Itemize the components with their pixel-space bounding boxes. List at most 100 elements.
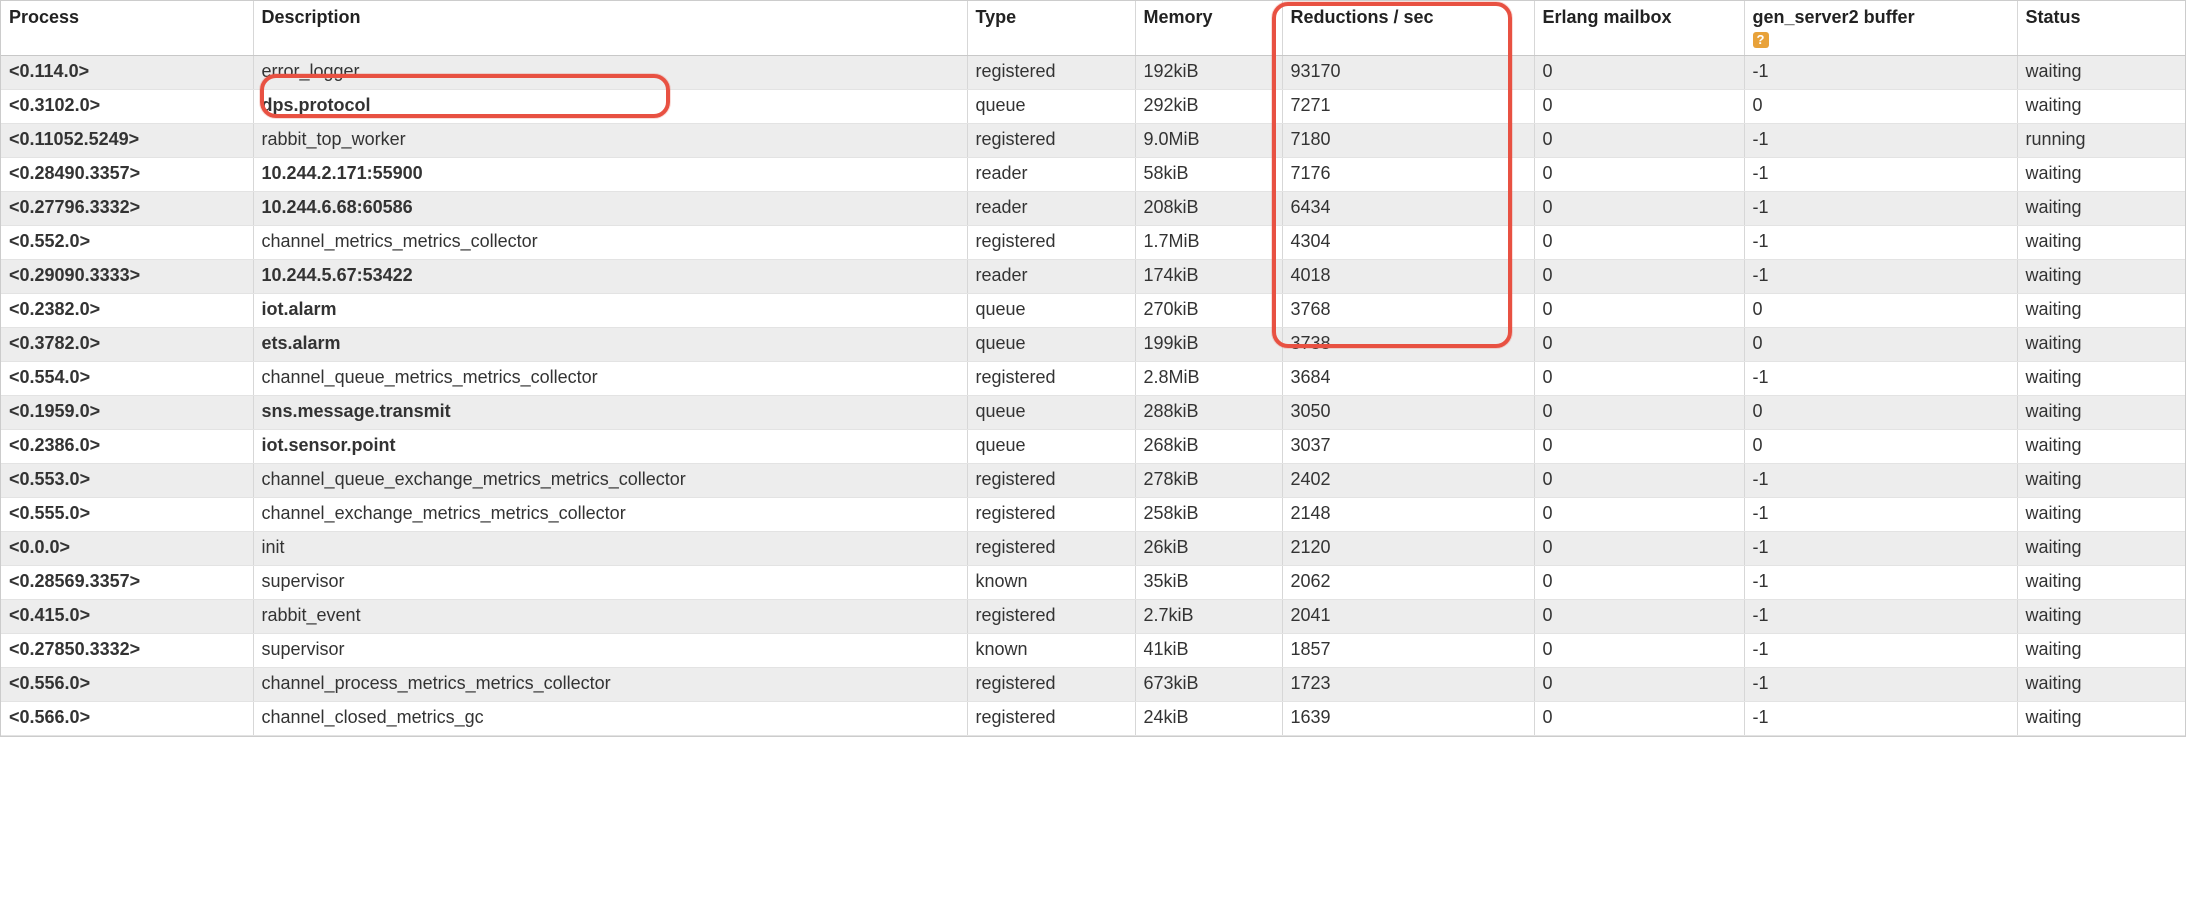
- buffer-cell: -1: [1744, 56, 2017, 90]
- mailbox-cell: 0: [1534, 702, 1744, 736]
- reductions-cell: 4304: [1282, 226, 1534, 260]
- process-cell[interactable]: <0.28569.3357>: [1, 566, 253, 600]
- mailbox-cell: 0: [1534, 498, 1744, 532]
- status-cell: waiting: [2017, 566, 2185, 600]
- process-cell[interactable]: <0.114.0>: [1, 56, 253, 90]
- status-cell: waiting: [2017, 158, 2185, 192]
- type-cell: registered: [967, 702, 1135, 736]
- table-row: <0.553.0>channel_queue_exchange_metrics_…: [1, 464, 2185, 498]
- header-type[interactable]: Type: [967, 1, 1135, 56]
- reductions-cell: 2062: [1282, 566, 1534, 600]
- help-icon[interactable]: ?: [1753, 32, 1769, 48]
- memory-cell: 673kiB: [1135, 668, 1282, 702]
- description-cell[interactable]: channel_metrics_metrics_collector: [253, 226, 967, 260]
- description-cell[interactable]: rabbit_event: [253, 600, 967, 634]
- description-cell[interactable]: iot.alarm: [253, 294, 967, 328]
- process-cell[interactable]: <0.27796.3332>: [1, 192, 253, 226]
- table-row: <0.29090.3333>10.244.5.67:53422reader174…: [1, 260, 2185, 294]
- process-cell[interactable]: <0.2386.0>: [1, 430, 253, 464]
- mailbox-cell: 0: [1534, 634, 1744, 668]
- status-cell: waiting: [2017, 294, 2185, 328]
- process-cell[interactable]: <0.11052.5249>: [1, 124, 253, 158]
- type-cell: reader: [967, 192, 1135, 226]
- header-description[interactable]: Description: [253, 1, 967, 56]
- buffer-cell: -1: [1744, 192, 2017, 226]
- reductions-cell: 7271: [1282, 90, 1534, 124]
- status-cell: waiting: [2017, 90, 2185, 124]
- process-cell[interactable]: <0.553.0>: [1, 464, 253, 498]
- type-cell: registered: [967, 226, 1135, 260]
- description-cell[interactable]: error_logger: [253, 56, 967, 90]
- type-cell: registered: [967, 600, 1135, 634]
- status-cell: waiting: [2017, 328, 2185, 362]
- process-cell[interactable]: <0.554.0>: [1, 362, 253, 396]
- memory-cell: 2.7kiB: [1135, 600, 1282, 634]
- process-cell[interactable]: <0.28490.3357>: [1, 158, 253, 192]
- mailbox-cell: 0: [1534, 260, 1744, 294]
- process-cell[interactable]: <0.556.0>: [1, 668, 253, 702]
- type-cell: known: [967, 634, 1135, 668]
- buffer-cell: -1: [1744, 702, 2017, 736]
- process-cell[interactable]: <0.3102.0>: [1, 90, 253, 124]
- header-reductions[interactable]: Reductions / sec: [1282, 1, 1534, 56]
- description-cell[interactable]: rabbit_top_worker: [253, 124, 967, 158]
- buffer-cell: 0: [1744, 90, 2017, 124]
- table-row: <0.3102.0>dps.protocolqueue292kiB727100w…: [1, 90, 2185, 124]
- description-cell[interactable]: 10.244.2.171:55900: [253, 158, 967, 192]
- header-mailbox[interactable]: Erlang mailbox: [1534, 1, 1744, 56]
- process-cell[interactable]: <0.552.0>: [1, 226, 253, 260]
- description-cell[interactable]: channel_closed_metrics_gc: [253, 702, 967, 736]
- description-cell[interactable]: ets.alarm: [253, 328, 967, 362]
- description-cell[interactable]: channel_queue_exchange_metrics_metrics_c…: [253, 464, 967, 498]
- memory-cell: 174kiB: [1135, 260, 1282, 294]
- description-cell[interactable]: supervisor: [253, 566, 967, 600]
- type-cell: queue: [967, 328, 1135, 362]
- description-cell[interactable]: channel_process_metrics_metrics_collecto…: [253, 668, 967, 702]
- memory-cell: 208kiB: [1135, 192, 1282, 226]
- description-cell[interactable]: 10.244.5.67:53422: [253, 260, 967, 294]
- description-cell[interactable]: channel_exchange_metrics_metrics_collect…: [253, 498, 967, 532]
- description-cell[interactable]: sns.message.transmit: [253, 396, 967, 430]
- process-cell[interactable]: <0.3782.0>: [1, 328, 253, 362]
- type-cell: registered: [967, 668, 1135, 702]
- header-process[interactable]: Process: [1, 1, 253, 56]
- process-cell[interactable]: <0.555.0>: [1, 498, 253, 532]
- table-row: <0.114.0>error_loggerregistered192kiB931…: [1, 56, 2185, 90]
- description-cell[interactable]: iot.sensor.point: [253, 430, 967, 464]
- description-cell[interactable]: init: [253, 532, 967, 566]
- mailbox-cell: 0: [1534, 668, 1744, 702]
- table-row: <0.2382.0>iot.alarmqueue270kiB376800wait…: [1, 294, 2185, 328]
- process-cell[interactable]: <0.566.0>: [1, 702, 253, 736]
- process-cell[interactable]: <0.27850.3332>: [1, 634, 253, 668]
- buffer-cell: -1: [1744, 158, 2017, 192]
- process-cell[interactable]: <0.29090.3333>: [1, 260, 253, 294]
- reductions-cell: 3684: [1282, 362, 1534, 396]
- description-cell[interactable]: 10.244.6.68:60586: [253, 192, 967, 226]
- process-cell[interactable]: <0.0.0>: [1, 532, 253, 566]
- mailbox-cell: 0: [1534, 362, 1744, 396]
- reductions-cell: 4018: [1282, 260, 1534, 294]
- memory-cell: 270kiB: [1135, 294, 1282, 328]
- status-cell: running: [2017, 124, 2185, 158]
- type-cell: queue: [967, 294, 1135, 328]
- header-memory[interactable]: Memory: [1135, 1, 1282, 56]
- reductions-cell: 6434: [1282, 192, 1534, 226]
- status-cell: waiting: [2017, 600, 2185, 634]
- memory-cell: 1.7MiB: [1135, 226, 1282, 260]
- table-row: <0.28490.3357>10.244.2.171:55900reader58…: [1, 158, 2185, 192]
- table-row: <0.11052.5249>rabbit_top_workerregistere…: [1, 124, 2185, 158]
- type-cell: registered: [967, 362, 1135, 396]
- description-cell[interactable]: dps.protocol: [253, 90, 967, 124]
- buffer-cell: 0: [1744, 430, 2017, 464]
- reductions-cell: 2148: [1282, 498, 1534, 532]
- process-cell[interactable]: <0.415.0>: [1, 600, 253, 634]
- header-buffer[interactable]: gen_server2 buffer ?: [1744, 1, 2017, 56]
- process-cell[interactable]: <0.1959.0>: [1, 396, 253, 430]
- status-cell: waiting: [2017, 362, 2185, 396]
- reductions-cell: 3050: [1282, 396, 1534, 430]
- description-cell[interactable]: supervisor: [253, 634, 967, 668]
- header-status[interactable]: Status: [2017, 1, 2185, 56]
- process-cell[interactable]: <0.2382.0>: [1, 294, 253, 328]
- description-cell[interactable]: channel_queue_metrics_metrics_collector: [253, 362, 967, 396]
- table-row: <0.566.0>channel_closed_metrics_gcregist…: [1, 702, 2185, 736]
